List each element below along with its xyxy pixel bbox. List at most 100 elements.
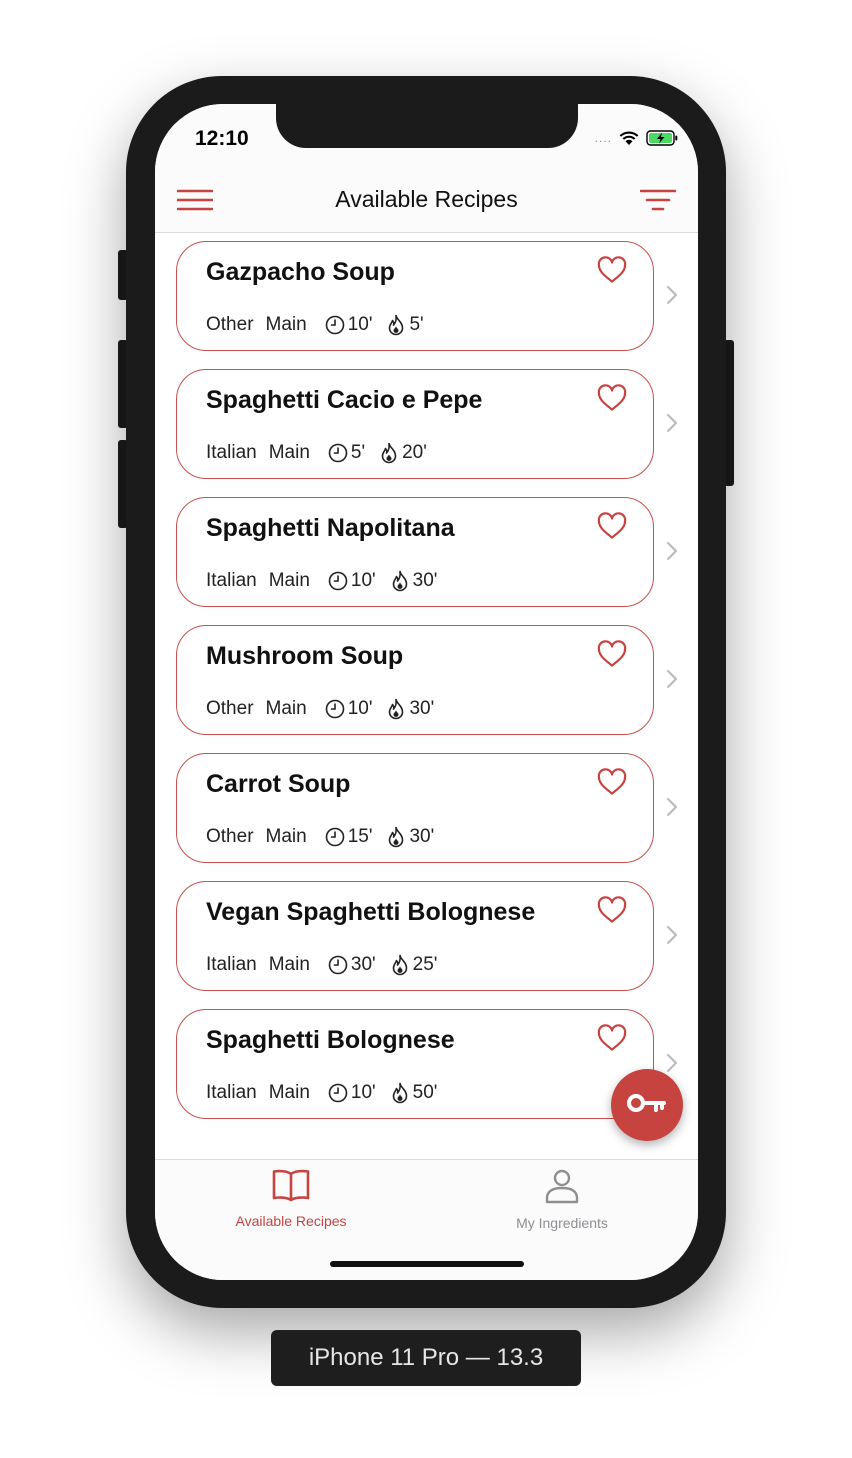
- recipe-row[interactable]: Mushroom Soup Other Main 10' 30': [155, 625, 698, 739]
- recipe-name: Mushroom Soup: [206, 642, 404, 670]
- cook-time: 5': [386, 314, 424, 336]
- cook-time-value: 30': [409, 826, 435, 847]
- recipe-meta: Italian Main 30' 25': [206, 954, 437, 976]
- recipe-row[interactable]: Vegan Spaghetti Bolognese Italian Main 3…: [155, 881, 698, 995]
- chevron-right-icon: [666, 669, 678, 694]
- device-label: iPhone 11 Pro — 13.3: [271, 1330, 581, 1386]
- flame-icon: [392, 1082, 407, 1104]
- course-label: Main: [268, 442, 310, 463]
- prep-time-value: 10': [350, 1082, 376, 1103]
- chevron-right-icon: [666, 1053, 678, 1078]
- prep-time-value: 5': [350, 442, 366, 463]
- recipe-card[interactable]: Carrot Soup Other Main 15' 30': [176, 753, 654, 863]
- cook-time-value: 30': [412, 570, 438, 591]
- recipe-card[interactable]: Spaghetti Napolitana Italian Main 10' 30…: [176, 497, 654, 607]
- clock-icon: [325, 315, 345, 335]
- cook-time: 20': [379, 442, 427, 464]
- recipe-card[interactable]: Vegan Spaghetti Bolognese Italian Main 3…: [176, 881, 654, 991]
- key-fab-button[interactable]: [611, 1069, 683, 1141]
- course-label: Main: [265, 314, 307, 335]
- wifi-icon: [618, 130, 640, 146]
- favorite-heart-icon[interactable]: [597, 512, 627, 545]
- sort-filter-icon[interactable]: [639, 188, 677, 217]
- recipe-meta: Italian Main 10' 50': [206, 1082, 437, 1104]
- page-title: Available Recipes: [335, 186, 518, 212]
- favorite-heart-icon[interactable]: [597, 1024, 627, 1057]
- recipe-name: Spaghetti Cacio e Pepe: [206, 386, 483, 414]
- recipe-meta: Italian Main 5' 20': [206, 442, 427, 464]
- tab-label: My Ingredients: [516, 1215, 608, 1231]
- recipe-card[interactable]: Spaghetti Bolognese Italian Main 10' 50': [176, 1009, 654, 1119]
- home-indicator: [330, 1261, 524, 1267]
- prep-time-value: 15': [347, 826, 373, 847]
- favorite-heart-icon[interactable]: [597, 896, 627, 929]
- recipe-name: Spaghetti Napolitana: [206, 514, 455, 542]
- recipe-list: Gazpacho Soup Other Main 10' 5' Spaghett…: [155, 233, 698, 1159]
- prep-time: 10': [325, 698, 372, 720]
- prep-time: 10': [328, 1082, 376, 1104]
- prep-time-value: 10': [350, 570, 376, 591]
- prep-time: 5': [328, 442, 365, 464]
- recipe-name: Spaghetti Bolognese: [206, 1026, 455, 1054]
- clock-icon: [328, 571, 348, 591]
- recipe-name: Vegan Spaghetti Bolognese: [206, 898, 536, 926]
- prep-time: 10': [328, 570, 376, 592]
- chevron-right-icon: [666, 285, 678, 310]
- cuisine-label: Italian: [206, 1082, 257, 1103]
- course-label: Main: [268, 570, 310, 591]
- cook-time-value: 25': [412, 954, 438, 975]
- clock-icon: [325, 699, 345, 719]
- prep-time: 30': [328, 954, 376, 976]
- favorite-heart-icon[interactable]: [597, 384, 627, 417]
- prep-time: 10': [325, 314, 372, 336]
- tab-available-recipes[interactable]: Available Recipes: [191, 1168, 391, 1229]
- cook-time-value: 30': [409, 698, 435, 719]
- prep-time: 15': [325, 826, 373, 848]
- recipe-card[interactable]: Spaghetti Cacio e Pepe Italian Main 5' 2…: [176, 369, 654, 479]
- chevron-right-icon: [666, 413, 678, 438]
- course-label: Main: [265, 826, 307, 847]
- cuisine-label: Italian: [206, 570, 257, 591]
- recipe-card[interactable]: Mushroom Soup Other Main 10' 30': [176, 625, 654, 735]
- cook-time: 25': [390, 954, 438, 976]
- cook-time: 50': [390, 1082, 437, 1104]
- chevron-right-icon: [666, 797, 678, 822]
- recipe-meta: Italian Main 10' 30': [206, 570, 437, 592]
- clock-icon: [328, 1083, 348, 1103]
- book-icon: [191, 1168, 391, 1207]
- flame-icon: [389, 826, 404, 848]
- recipe-row[interactable]: Carrot Soup Other Main 15' 30': [155, 753, 698, 867]
- flame-icon: [389, 698, 404, 720]
- status-icons: ....: [595, 130, 678, 146]
- favorite-heart-icon[interactable]: [597, 640, 627, 673]
- cuisine-label: Italian: [206, 954, 257, 975]
- person-icon: [462, 1168, 662, 1209]
- recipe-card[interactable]: Gazpacho Soup Other Main 10' 5': [176, 241, 654, 351]
- navigation-bar: Available Recipes: [155, 168, 698, 233]
- cook-time-value: 5': [409, 314, 424, 335]
- course-label: Main: [268, 954, 310, 975]
- cook-time-value: 20': [402, 442, 427, 463]
- cuisine-label: Italian: [206, 442, 257, 463]
- notch: [276, 104, 578, 148]
- recipe-meta: Other Main 10' 30': [206, 698, 434, 720]
- flame-icon: [389, 314, 404, 336]
- recipe-row[interactable]: Gazpacho Soup Other Main 10' 5': [155, 241, 698, 355]
- phone-screen: 12:10 .... Available Recipes Gazpacho So…: [155, 104, 698, 1280]
- cuisine-label: Other: [206, 314, 254, 335]
- key-icon: [627, 1092, 667, 1119]
- recipe-row[interactable]: Spaghetti Cacio e Pepe Italian Main 5' 2…: [155, 369, 698, 483]
- simulator-stage: 12:10 .... Available Recipes Gazpacho So…: [0, 0, 852, 1458]
- chevron-right-icon: [666, 541, 678, 566]
- favorite-heart-icon[interactable]: [597, 256, 627, 289]
- chevron-right-icon: [666, 925, 678, 950]
- status-time: 12:10: [195, 127, 249, 150]
- favorite-heart-icon[interactable]: [597, 768, 627, 801]
- cuisine-label: Other: [206, 826, 254, 847]
- recipe-row[interactable]: Spaghetti Napolitana Italian Main 10' 30…: [155, 497, 698, 611]
- cook-time: 30': [386, 698, 434, 720]
- recipe-meta: Other Main 15' 30': [206, 826, 434, 848]
- tab-my-ingredients[interactable]: My Ingredients: [462, 1168, 662, 1231]
- recipe-name: Gazpacho Soup: [206, 258, 395, 286]
- flame-icon: [392, 570, 407, 592]
